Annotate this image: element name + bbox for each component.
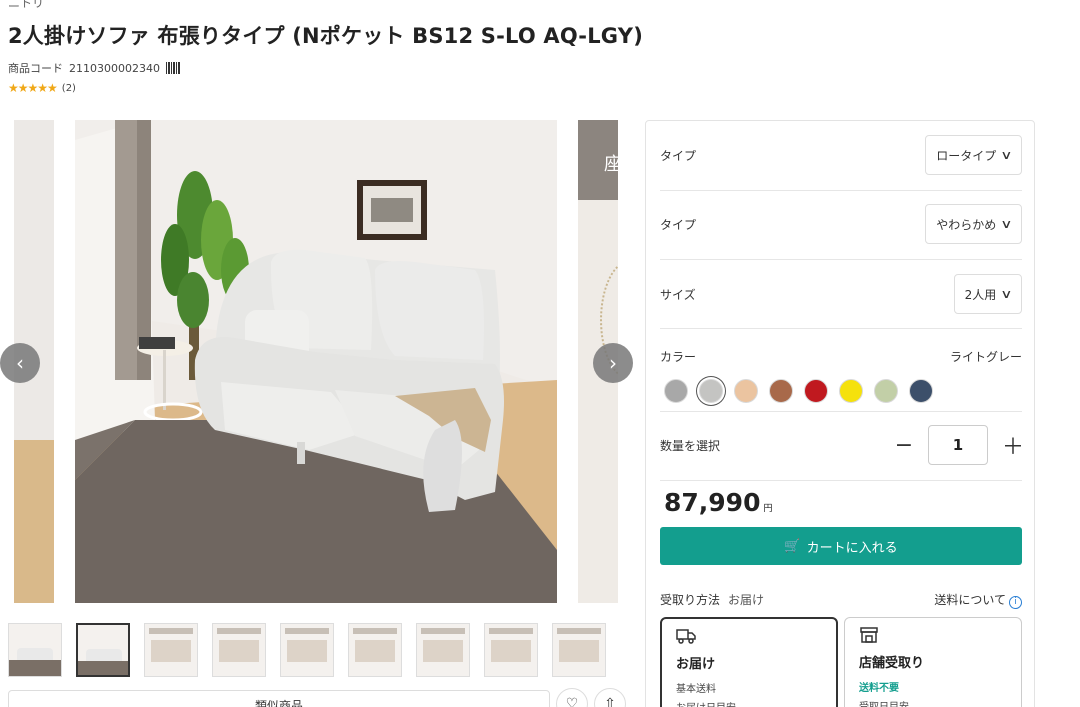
option-label: タイプ xyxy=(660,217,697,232)
share-button[interactable]: ⇧ xyxy=(594,688,626,707)
thumbnail-strip xyxy=(8,623,606,677)
gallery-next-button[interactable]: › xyxy=(593,343,633,383)
color-swatch[interactable] xyxy=(804,379,828,403)
price-amount: 87,990 xyxy=(664,488,761,517)
add-to-cart-button[interactable]: 🛒 カートに入れる xyxy=(660,527,1022,565)
shipping-method-label: 受取り方法 xyxy=(660,593,721,607)
color-swatch[interactable] xyxy=(874,379,898,403)
page-title: 2人掛けソファ 布張りタイプ (Nポケット BS12 S-LO AQ-LGY) xyxy=(8,24,643,48)
option-row-size: サイズ 2人用 ∨ xyxy=(660,274,1022,314)
rating-row[interactable]: ★★★★★ (2) xyxy=(8,81,76,95)
product-code-row: 商品コード 2110300002340 xyxy=(8,60,180,76)
share-icon: ⇧ xyxy=(604,696,616,707)
option-value: ロータイプ xyxy=(936,148,997,163)
thumbnail-9[interactable] xyxy=(552,623,606,677)
thumbnail-5[interactable] xyxy=(280,623,334,677)
thumbnail-2[interactable] xyxy=(76,623,130,677)
delivery-option-line1: 基本送料 xyxy=(676,684,716,695)
color-swatch[interactable] xyxy=(734,379,758,403)
similar-products-label: 類似商品 xyxy=(254,699,303,707)
shipping-fee-link-label: 送料について xyxy=(934,593,1006,607)
price-unit: 円 xyxy=(763,504,773,514)
quantity-input[interactable]: 1 xyxy=(928,425,988,465)
chevron-down-icon: ∨ xyxy=(1000,217,1013,231)
color-selected-name: ライトグレー xyxy=(949,350,1022,364)
color-swatch[interactable] xyxy=(769,379,793,403)
add-to-cart-label: カートに入れる xyxy=(806,540,898,556)
option-label: タイプ xyxy=(660,148,697,163)
favorite-button[interactable]: ♡ xyxy=(556,688,588,707)
option-row-type-1: タイプ ロータイプ ∨ xyxy=(660,135,1022,175)
option-value: やわらかめ xyxy=(936,217,997,232)
product-page: ニトリ 2人掛けソファ 布張りタイプ (Nポケット BS12 S-LO AQ-L… xyxy=(0,0,1080,707)
chevron-right-icon: › xyxy=(609,351,617,375)
chevron-down-icon: ∨ xyxy=(1000,148,1013,162)
chevron-left-icon: ‹ xyxy=(16,351,24,375)
delivery-option-line2: お届け日目安 xyxy=(676,699,822,707)
quantity-plus-button[interactable]: ＋ xyxy=(1002,429,1024,461)
option-select-type-2[interactable]: やわらかめ ∨ xyxy=(925,204,1022,244)
color-swatches xyxy=(664,379,933,403)
option-select-size[interactable]: 2人用 ∨ xyxy=(953,274,1022,314)
color-swatch[interactable] xyxy=(699,379,723,403)
gallery-prev-button[interactable]: ‹ xyxy=(0,343,40,383)
price: 87,990 円 xyxy=(664,488,773,517)
shipping-fee-link[interactable]: 送料について i xyxy=(934,591,1022,609)
color-swatch[interactable] xyxy=(664,379,688,403)
shipping-method-value: お届け xyxy=(728,593,765,607)
option-value: 2人用 xyxy=(964,287,997,302)
truck-icon xyxy=(676,627,822,647)
brand-link[interactable]: ニトリ xyxy=(8,0,44,11)
thumbnail-6[interactable] xyxy=(348,623,402,677)
product-code: 2110300002340 xyxy=(69,61,160,75)
sofa-room-photo xyxy=(75,120,557,603)
heart-icon: ♡ xyxy=(565,696,579,707)
quantity-stepper: − 1 ＋ xyxy=(894,425,1024,465)
option-select-type-1[interactable]: ロータイプ ∨ xyxy=(925,135,1022,175)
color-swatch[interactable] xyxy=(909,379,933,403)
store-pickup-line2: 受取日目安 xyxy=(859,698,1007,707)
gallery-main-image[interactable] xyxy=(75,120,557,603)
barcode-icon[interactable] xyxy=(165,62,180,74)
chevron-down-icon: ∨ xyxy=(1000,287,1013,301)
store-pickup-line1: 送料不要 xyxy=(859,683,899,694)
thumbnail-7[interactable] xyxy=(416,623,470,677)
rating-stars-icon: ★★★★★ xyxy=(8,81,58,95)
thumbnail-8[interactable] xyxy=(484,623,538,677)
option-row-type-2: タイプ やわらかめ ∨ xyxy=(660,204,1022,244)
color-row: カラー ライトグレー xyxy=(660,348,1022,365)
color-swatch[interactable] xyxy=(839,379,863,403)
shipping-method-row: 受取り方法 お届け 送料について i xyxy=(660,591,1022,609)
purchase-panel: タイプ ロータイプ ∨ タイプ やわらかめ ∨ サイズ 2人用 ∨ カラー ライ… xyxy=(645,120,1035,707)
delivery-option-title: お届け xyxy=(676,657,716,672)
product-code-label: 商品コード xyxy=(8,62,63,75)
delivery-option-card[interactable]: お届け 基本送料 お届け日目安 xyxy=(660,617,838,707)
color-label: カラー xyxy=(660,350,697,364)
review-count[interactable]: (2) xyxy=(62,83,76,94)
next-slide-caption: 座 xyxy=(604,154,618,175)
option-label: サイズ xyxy=(660,287,696,302)
store-icon xyxy=(859,626,1007,646)
quantity-minus-button[interactable]: − xyxy=(894,433,914,458)
thumbnail-1[interactable] xyxy=(8,623,62,677)
thumbnail-4[interactable] xyxy=(212,623,266,677)
thumbnail-3[interactable] xyxy=(144,623,198,677)
store-pickup-title: 店舗受取り xyxy=(859,656,925,671)
similar-products-button[interactable]: 類似商品 xyxy=(8,690,550,707)
info-icon: i xyxy=(1009,595,1022,609)
quantity-label: 数量を選択 xyxy=(660,438,721,453)
image-gallery[interactable]: 座 2 20 xyxy=(14,120,618,603)
quantity-row: 数量を選択 − 1 ＋ xyxy=(660,425,1024,465)
store-pickup-option-card[interactable]: 店舗受取り 送料不要 受取日目安 xyxy=(844,617,1022,707)
cart-icon: 🛒 xyxy=(784,538,801,554)
